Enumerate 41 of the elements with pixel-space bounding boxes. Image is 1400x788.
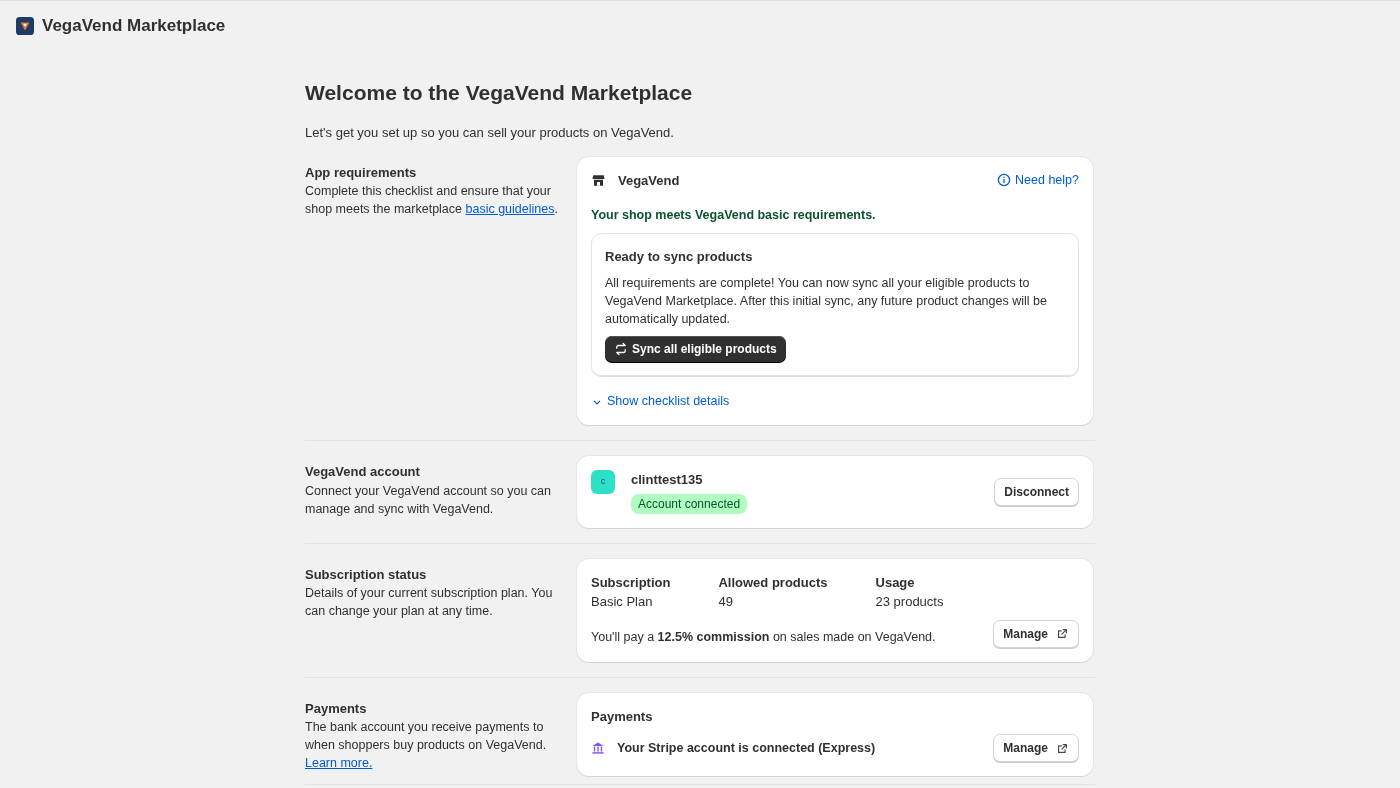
status-message: Your shop meets VegaVend basic requirements. bbox=[591, 207, 877, 225]
stat-value: Basic Plan bbox=[591, 593, 654, 612]
section-description: Details of your current subscription plan. You can change your plan at any time. bbox=[305, 585, 554, 621]
external-link-icon bbox=[1056, 741, 1069, 755]
manage-button[interactable]: Manage bbox=[993, 619, 1079, 648]
bank-icon bbox=[591, 741, 605, 756]
disconnect-button[interactable]: Disconnect bbox=[994, 477, 1079, 506]
card-title: Payments bbox=[591, 707, 654, 726]
commission-note: You'll pay a 12.5% commission on sales made on VegaVend. bbox=[591, 628, 936, 646]
section-description: The bank account you receive payments to when shoppers buy products on VegaVend. Learn more. bbox=[305, 719, 548, 773]
app-title: VegaVend Marketplace bbox=[42, 14, 226, 37]
stat-label: Usage bbox=[875, 573, 916, 592]
username: clinttest135 bbox=[631, 471, 703, 490]
help-link[interactable]: Need help? bbox=[997, 171, 1079, 190]
panel-text: All requirements are complete! You can now sync all your eligible products to VegaVend Marketplace. After this initial sync, any future product changes will be automatically updated. bbox=[605, 275, 1048, 329]
info-icon bbox=[997, 173, 1012, 188]
sync-button[interactable]: Sync all eligible products bbox=[605, 336, 786, 363]
sync-icon bbox=[614, 342, 628, 357]
checklist-toggle[interactable]: Show checklist details bbox=[591, 392, 730, 412]
external-link-icon bbox=[1056, 627, 1069, 641]
section-description: Complete this checklist and ensure that your shop meets the marketplace basic guidelines. bbox=[305, 183, 559, 219]
guidelines-link[interactable]: Learn more. bbox=[305, 756, 373, 771]
section-title: Payments bbox=[305, 699, 368, 718]
stat-label: Subscription bbox=[591, 573, 671, 592]
section-title: VegaVend account bbox=[305, 463, 421, 482]
page-subtitle: Let's get you set up so you can sell your products on VegaVend. bbox=[305, 124, 675, 143]
stat-label: Allowed products bbox=[718, 573, 828, 592]
page-title: Welcome to the VegaVend Marketplace bbox=[305, 80, 694, 106]
logo-icon bbox=[16, 16, 34, 35]
stat-value: 23 products bbox=[875, 593, 944, 612]
section-description: Connect your VegaVend account so you can manage and sync with VegaVend. bbox=[305, 482, 552, 518]
section-title: App requirements bbox=[305, 163, 418, 182]
section-title: Subscription status bbox=[305, 565, 428, 584]
brand-name: VegaVend bbox=[618, 171, 680, 190]
payment-status: Your Stripe account is connected (Express) bbox=[617, 739, 876, 757]
status-badge: Account connected bbox=[631, 493, 748, 514]
manage-button[interactable]: Manage bbox=[993, 734, 1079, 763]
avatar: c bbox=[591, 470, 615, 495]
panel-title: Ready to sync products bbox=[605, 247, 754, 266]
store-icon bbox=[591, 172, 606, 188]
stat-value: 49 bbox=[718, 593, 734, 612]
